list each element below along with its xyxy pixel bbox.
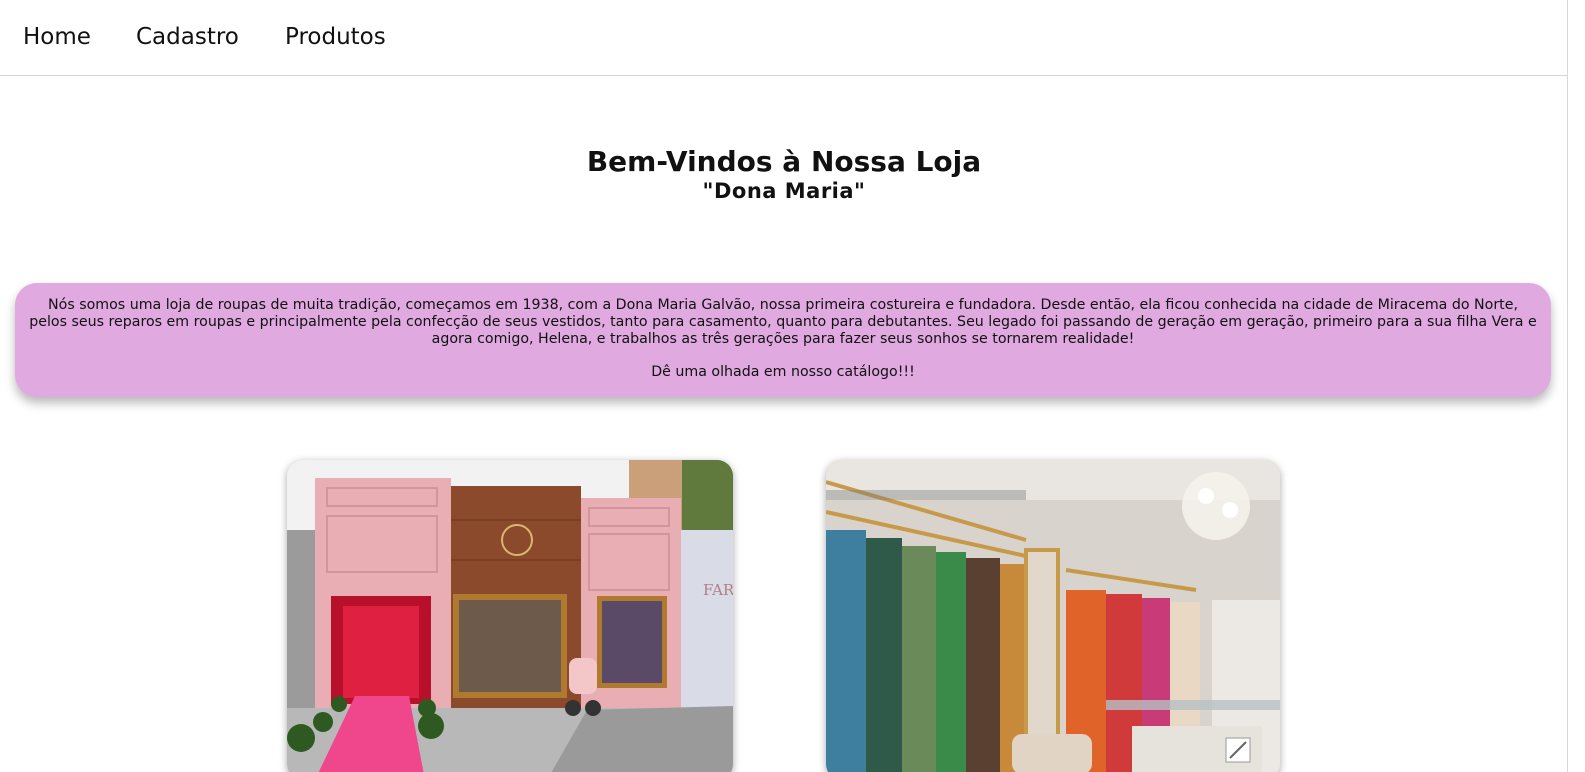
store-name-subtitle: "Dona Maria"	[702, 179, 866, 203]
page-title: Bem-Vindos à Nossa Loja	[586, 145, 982, 178]
storefront-sign-text: FARO	[703, 581, 733, 599]
nav-link-produtos[interactable]: Produtos	[285, 24, 386, 50]
store-interior-photo	[826, 460, 1280, 772]
store-interior-illustration	[826, 460, 1280, 772]
about-text: Nós somos uma loja de roupas de muita tr…	[29, 297, 1537, 347]
nav-link-cadastro[interactable]: Cadastro	[136, 24, 239, 50]
hero-section: Bem-Vindos à Nossa Loja "Dona Maria"	[0, 144, 1568, 202]
storefront-illustration: FARO	[287, 460, 733, 772]
nav-link-home[interactable]: Home	[23, 24, 91, 50]
top-navbar: Home Cadastro Produtos	[0, 0, 1568, 76]
storefront-photo: FARO	[287, 460, 733, 772]
about-section: Nós somos uma loja de roupas de muita tr…	[15, 283, 1551, 397]
catalog-call-to-action: Dê uma olhada em nosso catálogo!!!	[651, 364, 915, 380]
page-scrollbar[interactable]	[1567, 0, 1568, 772]
